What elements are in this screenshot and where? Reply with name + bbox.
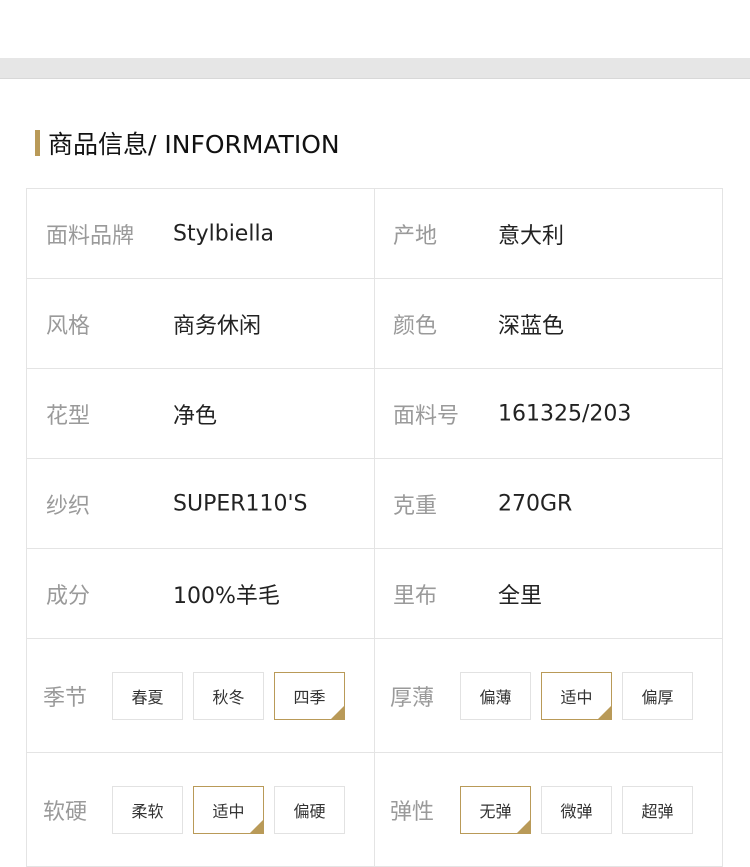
option-cell-elasticity: 弹性 无弹 微弹 超弹 (375, 753, 723, 867)
info-value: 270GR (498, 491, 573, 516)
option-chip[interactable]: 微弹 (541, 786, 612, 834)
section-title: 商品信息/ INFORMATION (35, 128, 340, 159)
season-options: 春夏 秋冬 四季 (112, 672, 345, 720)
info-table: 面料品牌 Stylbiella 产地 意大利 风格 商务休闲 颜色 深蓝色 花型… (26, 188, 723, 867)
option-chip[interactable]: 秋冬 (193, 672, 264, 720)
info-cell-fabric-number: 面料号 161325/203 (375, 369, 723, 459)
option-chip[interactable]: 偏厚 (622, 672, 693, 720)
info-value: 商务休闲 (173, 313, 262, 339)
option-chip-selected[interactable]: 四季 (274, 672, 345, 720)
info-value: 深蓝色 (498, 313, 565, 339)
option-chip[interactable]: 春夏 (112, 672, 183, 720)
info-value: SUPER110'S (173, 491, 308, 516)
softness-options: 柔软 适中 偏硬 (112, 786, 345, 834)
option-cell-season: 季节 春夏 秋冬 四季 (27, 639, 375, 753)
title-accent-bar (35, 130, 40, 156)
option-chip-selected[interactable]: 无弹 (460, 786, 531, 834)
option-chip[interactable]: 偏硬 (274, 786, 345, 834)
info-row: 风格 商务休闲 颜色 深蓝色 (27, 279, 723, 369)
info-row: 成分 100%羊毛 里布 全里 (27, 549, 723, 639)
option-label: 厚薄 (390, 685, 435, 711)
option-row: 软硬 柔软 适中 偏硬 弹性 无弹 微弹 超弹 (27, 753, 723, 867)
info-label: 面料号 (393, 403, 460, 429)
info-label: 颜色 (393, 313, 438, 339)
info-label: 产地 (393, 223, 438, 249)
info-cell-style: 风格 商务休闲 (27, 279, 375, 369)
info-cell-composition: 成分 100%羊毛 (27, 549, 375, 639)
info-label: 成分 (46, 583, 91, 609)
info-label: 风格 (46, 313, 91, 339)
info-label: 花型 (46, 403, 91, 429)
info-label: 面料品牌 (46, 223, 135, 249)
info-value: 意大利 (498, 223, 565, 249)
info-cell-origin: 产地 意大利 (375, 189, 723, 279)
option-row: 季节 春夏 秋冬 四季 厚薄 偏薄 适中 偏厚 (27, 639, 723, 753)
section-title-text: 商品信息/ INFORMATION (48, 130, 340, 159)
info-value: 净色 (173, 403, 218, 429)
info-cell-weight: 克重 270GR (375, 459, 723, 549)
option-label: 弹性 (390, 799, 435, 825)
info-row: 花型 净色 面料号 161325/203 (27, 369, 723, 459)
info-cell-brand: 面料品牌 Stylbiella (27, 189, 375, 279)
option-chip[interactable]: 偏薄 (460, 672, 531, 720)
option-chip[interactable]: 超弹 (622, 786, 693, 834)
info-cell-lining: 里布 全里 (375, 549, 723, 639)
option-cell-thickness: 厚薄 偏薄 适中 偏厚 (375, 639, 723, 753)
info-cell-yarn-count: 纱织 SUPER110'S (27, 459, 375, 549)
info-row: 纱织 SUPER110'S 克重 270GR (27, 459, 723, 549)
elasticity-options: 无弹 微弹 超弹 (460, 786, 693, 834)
option-chip-selected[interactable]: 适中 (541, 672, 612, 720)
info-value: 161325/203 (498, 401, 632, 426)
top-blank-area (0, 0, 750, 58)
info-cell-pattern: 花型 净色 (27, 369, 375, 459)
info-value: 全里 (498, 583, 543, 609)
info-value: 100%羊毛 (173, 583, 280, 609)
info-row: 面料品牌 Stylbiella 产地 意大利 (27, 189, 723, 279)
option-label: 软硬 (43, 799, 88, 825)
info-label: 里布 (393, 583, 438, 609)
info-label: 克重 (393, 493, 438, 519)
info-label: 纱织 (46, 493, 91, 519)
section-divider (0, 58, 750, 79)
info-value: Stylbiella (173, 221, 275, 246)
info-cell-color: 颜色 深蓝色 (375, 279, 723, 369)
option-chip-selected[interactable]: 适中 (193, 786, 264, 834)
option-label: 季节 (43, 685, 88, 711)
option-cell-softness: 软硬 柔软 适中 偏硬 (27, 753, 375, 867)
option-chip[interactable]: 柔软 (112, 786, 183, 834)
thickness-options: 偏薄 适中 偏厚 (460, 672, 693, 720)
